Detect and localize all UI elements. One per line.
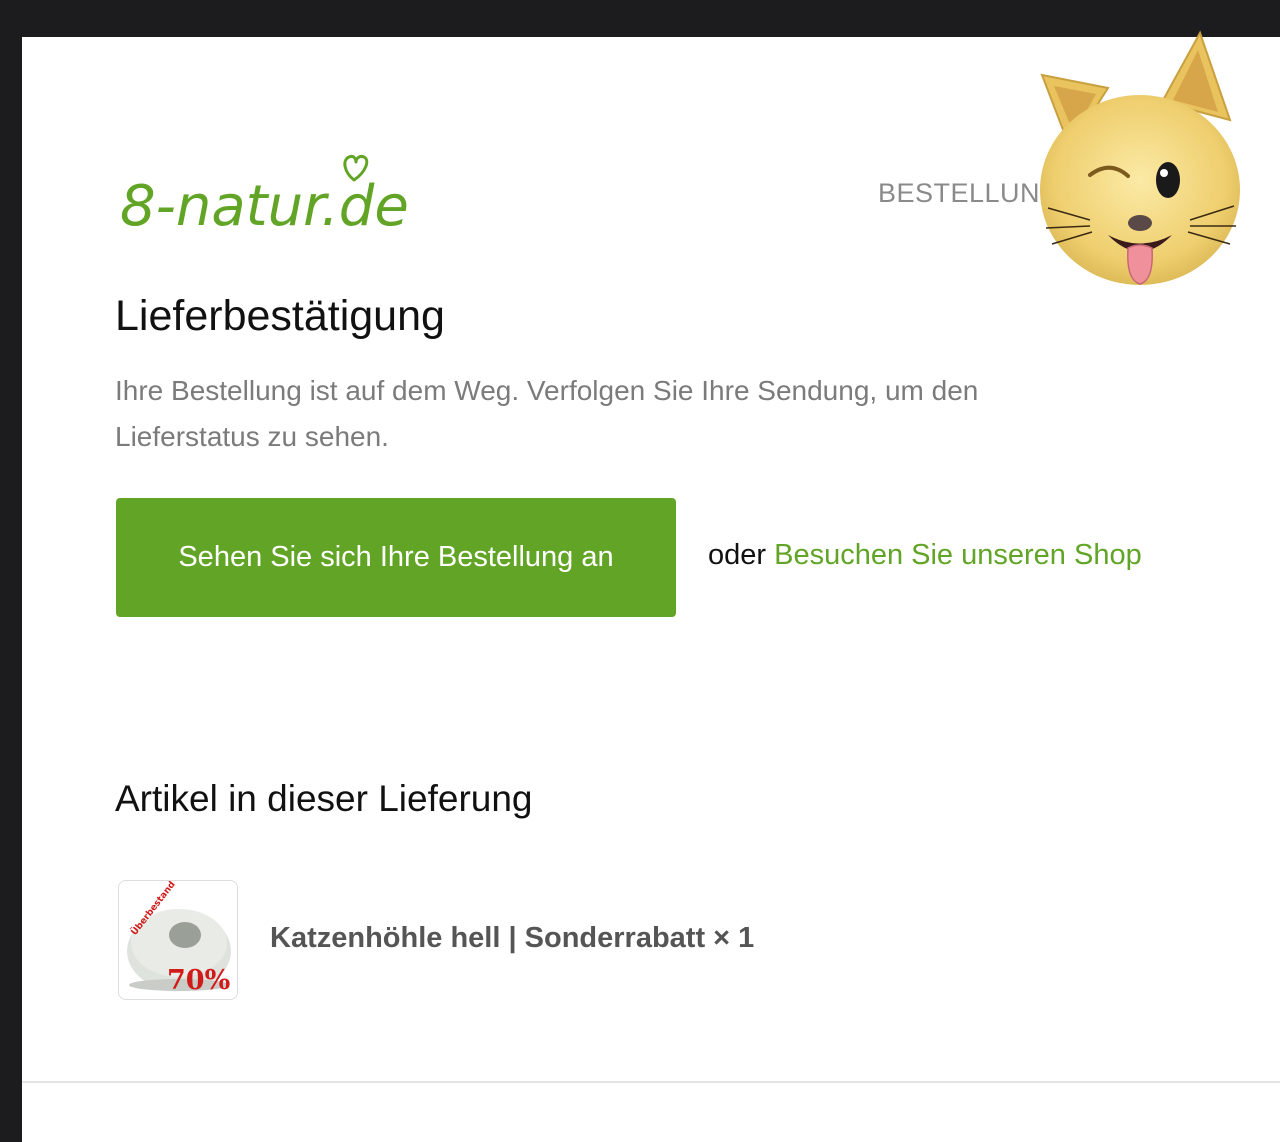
brand-logo[interactable]: 8-natur.de bbox=[118, 150, 418, 240]
badge-percent-text: 70% bbox=[167, 965, 230, 996]
view-order-button-label: Sehen Sie sich Ihre Bestellung an bbox=[178, 541, 614, 573]
product-thumbnail[interactable]: Überbestand Sonderrabatt 70% bbox=[118, 880, 238, 1000]
cat-face-graphic bbox=[1040, 30, 1240, 285]
page-title: Lieferbestätigung bbox=[115, 292, 445, 340]
cat-animoji-icon bbox=[1030, 30, 1245, 290]
cat-cave-image: Überbestand Sonderrabatt 70% bbox=[119, 881, 237, 999]
or-text: oder bbox=[708, 539, 767, 571]
intro-text: Ihre Bestellung ist auf dem Weg. Verfolg… bbox=[115, 375, 979, 452]
view-order-button[interactable]: Sehen Sie sich Ihre Bestellung an bbox=[116, 498, 676, 617]
shop-link-row: oder Besuchen Sie unseren Shop bbox=[708, 539, 1142, 572]
product-name: Katzenhöhle hell | Sonderrabatt × 1 bbox=[270, 922, 755, 954]
left-window-edge bbox=[0, 37, 22, 1142]
visit-shop-link[interactable]: Besuchen Sie unseren Shop bbox=[774, 539, 1142, 571]
logo-text: 8-natur.de bbox=[120, 174, 409, 239]
footer-divider bbox=[22, 1081, 1280, 1083]
logo-graphic: 8-natur.de bbox=[120, 155, 409, 239]
items-section-title: Artikel in dieser Lieferung bbox=[115, 778, 533, 819]
